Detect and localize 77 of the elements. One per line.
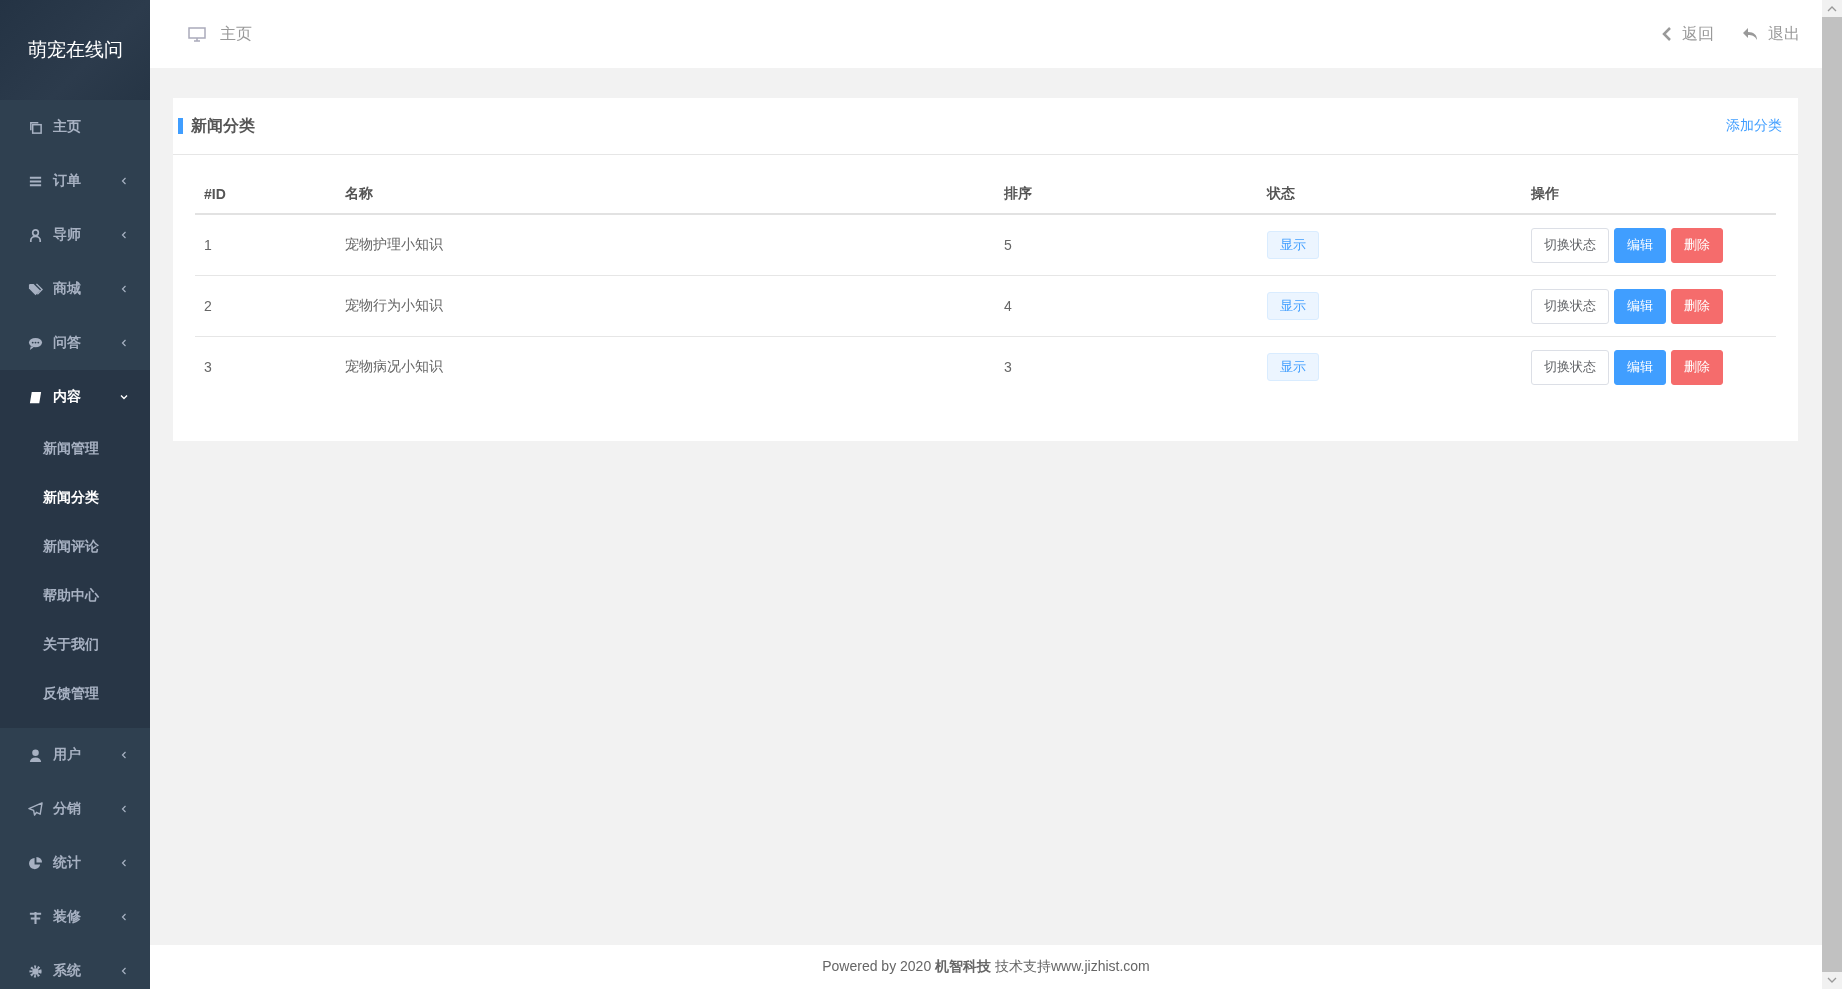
book-icon <box>28 389 43 405</box>
chevron-left-icon <box>120 285 128 293</box>
chat-icon <box>28 335 43 351</box>
sidebar-item[interactable]: 分销 <box>0 782 150 836</box>
delete-button[interactable]: 删除 <box>1671 288 1723 324</box>
submenu-item[interactable]: 关于我们 <box>43 620 99 669</box>
toggle-status-button[interactable]: 切换状态 <box>1531 349 1609 385</box>
scroll-down-icon[interactable] <box>1827 977 1837 984</box>
edit-button[interactable]: 编辑 <box>1614 227 1666 263</box>
sidebar-item[interactable]: 订单 <box>0 154 150 208</box>
tag-icon <box>28 281 43 297</box>
table-cell: 1 <box>204 237 212 253</box>
sidebar-item[interactable]: 内容 <box>0 370 150 424</box>
signpost-icon <box>28 909 43 925</box>
settings-icon <box>28 963 43 979</box>
status-badge: 显示 <box>1267 353 1319 381</box>
submenu-item[interactable]: 新闻评论 <box>43 522 99 571</box>
accent-bar <box>178 118 183 134</box>
toggle-status-button[interactable]: 切换状态 <box>1531 288 1609 324</box>
edit-button[interactable]: 编辑 <box>1614 288 1666 324</box>
monitor-icon <box>188 26 206 42</box>
table-cell: 3 <box>204 359 212 375</box>
chevron-left-icon <box>120 231 128 239</box>
delete-button[interactable]: 删除 <box>1671 349 1723 385</box>
submenu-item[interactable]: 新闻分类 <box>43 473 99 522</box>
status-badge: 显示 <box>1267 292 1319 320</box>
table-cell: 3 <box>1004 359 1012 375</box>
column-header: #ID <box>204 186 226 202</box>
reply-arrow-icon <box>1742 27 1758 41</box>
column-header: 操作 <box>1531 185 1559 203</box>
table-cell: 4 <box>1004 298 1012 314</box>
back-link[interactable]: 返回 <box>1662 23 1714 45</box>
delete-button[interactable]: 删除 <box>1671 227 1723 263</box>
sidebar-item[interactable]: 统计 <box>0 836 150 890</box>
toggle-status-button[interactable]: 切换状态 <box>1531 227 1609 263</box>
chevron-left-icon <box>120 859 128 867</box>
add-category-link[interactable]: 添加分类 <box>1726 117 1782 135</box>
person-icon <box>28 227 43 243</box>
copy-icon <box>28 119 43 135</box>
column-header: 名称 <box>345 185 373 203</box>
submenu-item[interactable]: 反馈管理 <box>43 669 99 718</box>
table-cell: 5 <box>1004 237 1012 253</box>
chevron-left-icon <box>120 339 128 347</box>
card-title: 新闻分类 <box>191 115 255 136</box>
status-badge: 显示 <box>1267 231 1319 259</box>
sidebar-item[interactable]: 主页 <box>0 100 150 154</box>
sidebar-item[interactable]: 用户 <box>0 728 150 782</box>
chevron-left-icon <box>120 805 128 813</box>
submenu-item[interactable]: 帮助中心 <box>43 571 99 620</box>
paper-plane-icon <box>28 801 43 817</box>
chevron-left-icon <box>1662 27 1672 41</box>
sidebar-item[interactable]: 问答 <box>0 316 150 370</box>
chevron-left-icon <box>120 751 128 759</box>
footer-text: Powered by 2020 机智科技 技术支持www.jizhist.com <box>822 958 1150 976</box>
column-header: 状态 <box>1267 185 1295 203</box>
breadcrumb[interactable]: 主页 <box>220 23 252 45</box>
sidebar-item[interactable]: 商城 <box>0 262 150 316</box>
table-cell: 宠物护理小知识 <box>345 236 443 254</box>
sidebar-item[interactable]: 系统 <box>0 944 150 989</box>
user-icon <box>28 747 43 763</box>
scrollbar[interactable] <box>1822 0 1842 989</box>
chevron-left-icon <box>120 967 128 975</box>
edit-button[interactable]: 编辑 <box>1614 349 1666 385</box>
table-cell: 宠物行为小知识 <box>345 297 443 315</box>
logout-link[interactable]: 退出 <box>1742 23 1800 45</box>
submenu-item[interactable]: 新闻管理 <box>43 424 99 473</box>
table-cell: 宠物病况小知识 <box>345 358 443 376</box>
chevron-down-icon <box>120 393 128 401</box>
table-cell: 2 <box>204 298 212 314</box>
sidebar-item[interactable]: 导师 <box>0 208 150 262</box>
chevron-left-icon <box>120 177 128 185</box>
column-header: 排序 <box>1004 185 1032 203</box>
app-logo: 萌宠在线问 <box>28 38 123 62</box>
scroll-up-icon[interactable] <box>1827 5 1837 12</box>
pie-chart-icon <box>28 855 43 871</box>
chevron-left-icon <box>120 913 128 921</box>
sidebar-item[interactable]: 装修 <box>0 890 150 944</box>
